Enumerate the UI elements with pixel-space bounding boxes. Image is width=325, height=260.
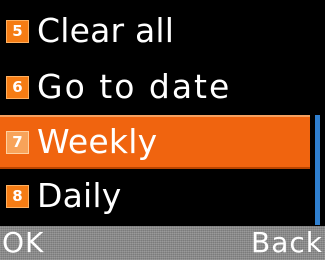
back-softkey[interactable]: Back [251, 226, 323, 260]
menu-item-label: Go to date [37, 67, 232, 106]
menu-item-daily[interactable]: 8 Daily [0, 171, 310, 221]
ok-softkey[interactable]: OK [2, 226, 44, 260]
number-badge: 6 [6, 75, 29, 99]
menu-item-clear-all[interactable]: 5 Clear all [0, 6, 310, 56]
menu-item-label: Weekly [37, 122, 158, 161]
number-badge: 8 [6, 184, 29, 208]
menu-screen: 5 Clear all 6 Go to date 7 Weekly 8 Dail… [0, 0, 325, 260]
menu-item-weekly[interactable]: 7 Weekly [0, 115, 310, 169]
number-badge: 7 [6, 130, 29, 154]
menu-item-go-to-date[interactable]: 6 Go to date [0, 62, 310, 112]
menu-item-label: Clear all [37, 11, 175, 50]
number-badge: 5 [6, 19, 29, 43]
menu-item-label: Daily [37, 176, 122, 215]
scrollbar-thumb[interactable] [315, 115, 320, 225]
softkey-bar: OK Back [0, 226, 325, 260]
